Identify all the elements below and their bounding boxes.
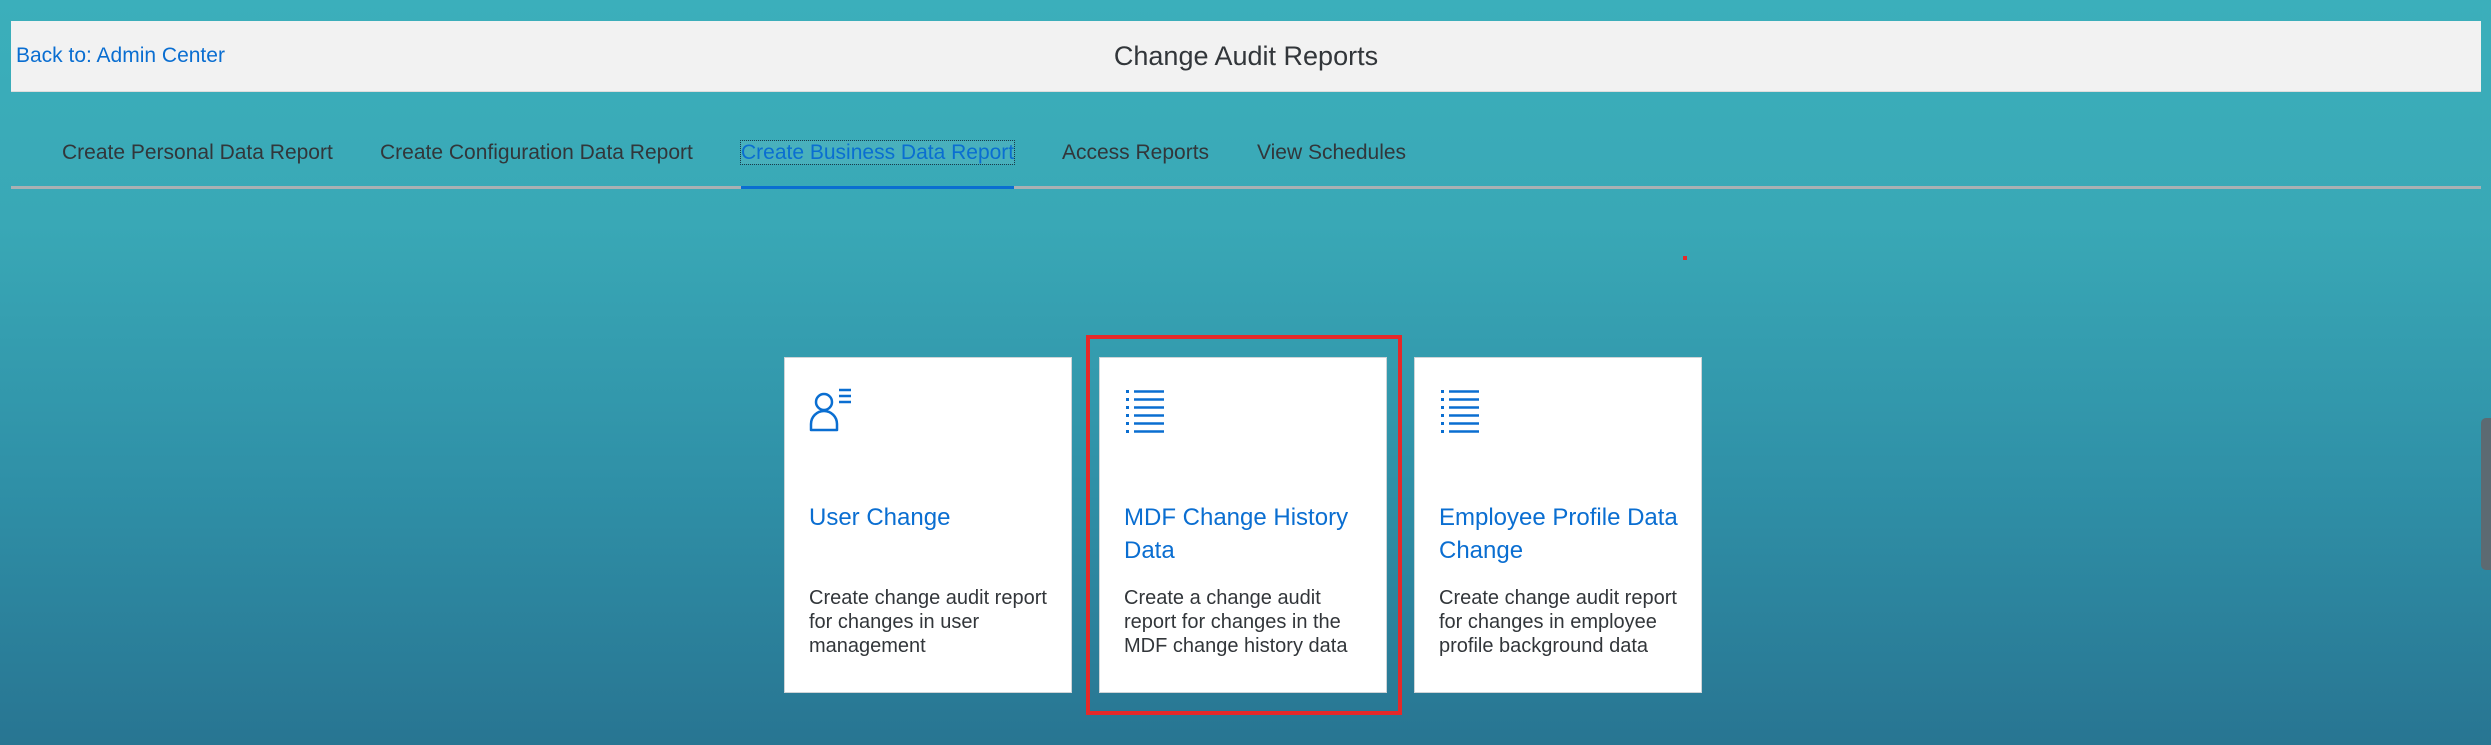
tab-create-business-data-report[interactable]: Create Business Data Report [739, 128, 1016, 189]
list-icon [1439, 386, 1483, 434]
card-description: Create change audit report for changes i… [1439, 587, 1677, 657]
tab-bar-divider [11, 186, 2481, 189]
tab-create-personal-data-report[interactable]: Create Personal Data Report [62, 128, 333, 186]
card-description: Create a change audit report for changes… [1124, 587, 1348, 657]
user-list-icon [809, 386, 853, 434]
card-user-change[interactable]: User Change Create change audit report f… [784, 357, 1072, 693]
tab-label: Access Reports [1062, 141, 1210, 164]
tab-view-schedules[interactable]: View Schedules [1257, 128, 1406, 186]
tab-label: View Schedules [1257, 141, 1407, 164]
selected-tab-indicator [741, 186, 1015, 189]
card-employee-profile-data-change[interactable]: Employee Profile Data Change Create chan… [1414, 357, 1702, 693]
card-title: Employee Profile Data Change [1439, 504, 1678, 564]
page-header: Change Audit Reports Back to: Admin Cent… [11, 21, 2481, 92]
tab-bar: Create Personal Data Report Create Confi… [11, 128, 2481, 189]
list-icon [1124, 386, 1168, 434]
card-mdf-change-history-data[interactable]: MDF Change History Data Create a change … [1099, 357, 1387, 693]
tab-label: Create Configuration Data Report [380, 141, 693, 164]
tab-label: Create Business Data Report [739, 140, 1016, 165]
vertical-scrollbar-thumb[interactable] [2481, 418, 2491, 570]
page-title: Change Audit Reports [1113, 41, 1379, 71]
back-to-admin-center-link[interactable]: Back to: Admin Center [16, 21, 225, 91]
tab-label: Create Personal Data Report [62, 141, 333, 164]
tab-access-reports[interactable]: Access Reports [1062, 128, 1209, 186]
red-marker-dot [1683, 256, 1687, 260]
card-title: User Change [809, 504, 951, 531]
tab-create-configuration-data-report[interactable]: Create Configuration Data Report [380, 128, 693, 186]
card-description: Create change audit report for changes i… [809, 587, 1047, 657]
card-title: MDF Change History Data [1124, 504, 1349, 564]
